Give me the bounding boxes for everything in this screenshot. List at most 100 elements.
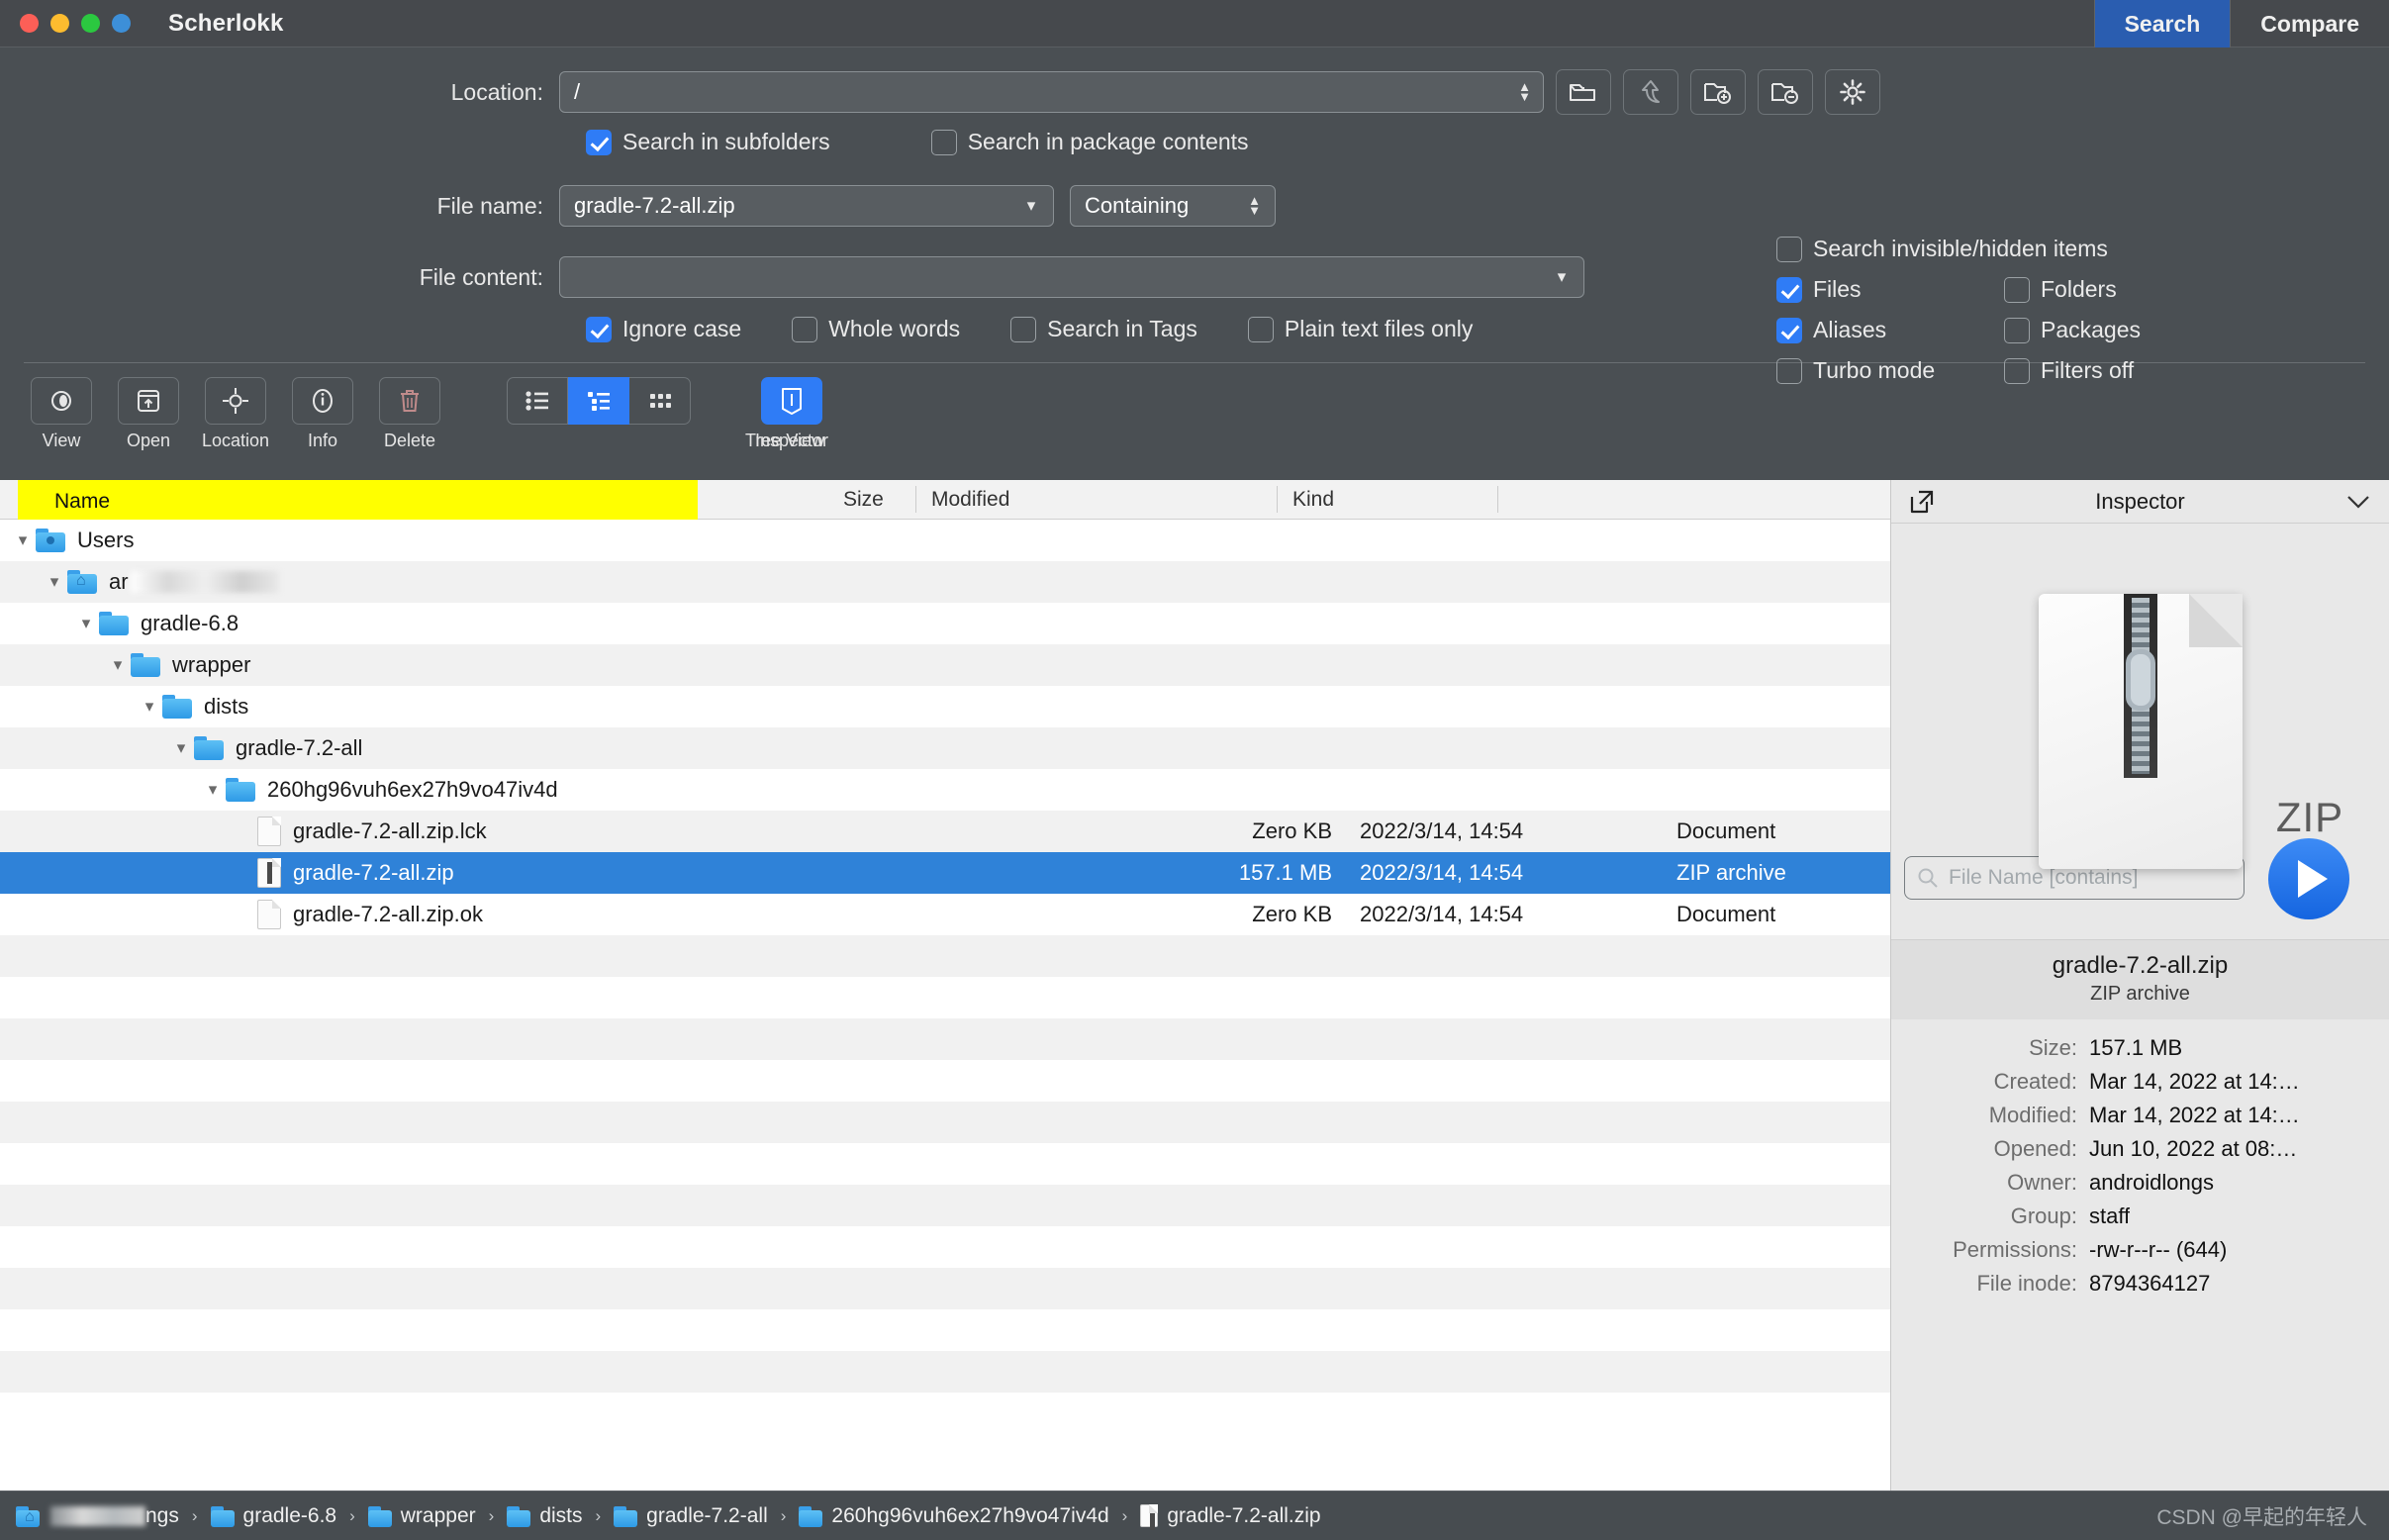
open-button[interactable]: Open <box>111 377 186 451</box>
table-row[interactable]: ▾ dists <box>0 686 1890 727</box>
table-row[interactable]: ▾ Users <box>0 520 1890 561</box>
disclosure-triangle-icon[interactable]: ▾ <box>137 697 162 717</box>
disclosure-triangle-icon[interactable]: ▾ <box>200 780 226 800</box>
disclosure-triangle-icon[interactable]: ▾ <box>168 738 194 758</box>
info-button[interactable]: Info <box>285 377 360 451</box>
extra-window-button[interactable] <box>112 14 131 33</box>
checkbox-packages[interactable]: Packages <box>1993 317 2141 343</box>
remove-folder-icon[interactable] <box>1758 69 1813 115</box>
location-button[interactable]: Location <box>198 377 273 451</box>
checkbox-box[interactable] <box>1776 317 1802 343</box>
checkbox-box[interactable] <box>2004 317 2030 343</box>
breadcrumb-item-wrapper[interactable]: wrapper <box>367 1504 476 1528</box>
checkbox-whole-words[interactable]: Whole words <box>781 316 960 342</box>
open-window-icon[interactable] <box>118 377 179 425</box>
view-button[interactable]: View <box>24 377 99 451</box>
crosshair-icon[interactable] <box>205 377 266 425</box>
tree-view-icon[interactable] <box>568 377 629 425</box>
checkbox-box[interactable] <box>930 129 957 155</box>
checkbox-box[interactable] <box>1776 236 1802 262</box>
header-divider[interactable] <box>1497 486 1498 513</box>
checkbox-box[interactable] <box>792 316 818 342</box>
location-stepper[interactable]: ▲ ▼ <box>1518 80 1535 103</box>
match-mode-stepper[interactable]: ▲ ▼ <box>1248 194 1265 217</box>
view-mode-tree[interactable] <box>568 377 629 425</box>
checkbox-files[interactable]: Files <box>1766 276 1993 303</box>
checkbox-search-invisible-hidden-items[interactable]: Search invisible/hidden items <box>1766 236 2108 262</box>
breadcrumb-item-gradle-6-8[interactable]: gradle-6.8 <box>210 1504 336 1528</box>
delete-button[interactable]: Delete <box>372 377 447 451</box>
tab-search[interactable]: Search <box>2093 0 2231 48</box>
match-mode-select[interactable]: Containing ▲ ▼ <box>1070 185 1276 227</box>
checkbox-box[interactable] <box>1776 276 1802 303</box>
tab-compare[interactable]: Compare <box>2230 0 2389 48</box>
zoom-button[interactable] <box>81 14 100 33</box>
folder-icon <box>367 1505 392 1527</box>
disclosure-triangle-icon[interactable]: ▾ <box>105 655 131 675</box>
table-row[interactable]: ▾ gradle-6.8 <box>0 603 1890 644</box>
open-folder-icon[interactable] <box>1556 69 1611 115</box>
trash-icon[interactable] <box>379 377 440 425</box>
breadcrumb-item-file[interactable]: gradle-7.2-all.zip <box>1140 1504 1321 1530</box>
icon-view-icon[interactable] <box>629 377 691 425</box>
header-divider[interactable] <box>915 486 916 513</box>
checkbox-label: Plain text files only <box>1284 316 1474 341</box>
settings-gear-icon[interactable] <box>1825 69 1880 115</box>
disclosure-triangle-icon[interactable]: ▾ <box>10 530 36 550</box>
delete-label: Delete <box>383 431 436 450</box>
column-header-size[interactable]: Size <box>843 480 884 520</box>
row-name: ar <box>109 569 129 594</box>
close-button[interactable] <box>20 14 39 33</box>
table-row[interactable]: gradle-7.2-all.zip.lck Zero KB 2022/3/14… <box>0 811 1890 852</box>
add-folder-icon[interactable] <box>1690 69 1746 115</box>
breadcrumb-item-dists[interactable]: dists <box>507 1504 583 1528</box>
checkbox-aliases[interactable]: Aliases <box>1766 317 1993 343</box>
table-row[interactable]: ▾ ar <box>0 561 1890 603</box>
column-header-kind[interactable]: Kind <box>1292 480 1334 520</box>
checkbox-box[interactable] <box>586 129 612 155</box>
minimize-button[interactable] <box>50 14 69 33</box>
breadcrumb-item-user[interactable]: ngs <box>16 1504 179 1528</box>
table-row[interactable]: ▾ 260hg96vuh6ex27h9vo47iv4d <box>0 769 1890 811</box>
chevron-down-icon[interactable]: ▾ <box>1548 257 1576 297</box>
list-view-icon[interactable] <box>507 377 568 425</box>
checkbox-box[interactable] <box>586 316 612 342</box>
checkbox-box[interactable] <box>1247 316 1274 342</box>
info-circle-icon[interactable] <box>292 377 353 425</box>
location-label: Location <box>201 431 270 450</box>
column-header-modified[interactable]: Modified <box>931 480 1009 520</box>
checkbox-box[interactable] <box>2004 276 2030 303</box>
header-divider[interactable] <box>1277 486 1278 513</box>
go-up-icon[interactable] <box>1623 69 1678 115</box>
checkbox-ignore-case[interactable]: Ignore case <box>575 316 741 342</box>
table-row[interactable]: gradle-7.2-all.zip.ok Zero KB 2022/3/14,… <box>0 894 1890 935</box>
checkbox-search-in-package-contents[interactable]: Search in package contents <box>920 129 1249 155</box>
table-row[interactable]: ▾ gradle-7.2-all <box>0 727 1890 769</box>
location-input[interactable]: / ▲ ▼ <box>559 71 1544 113</box>
run-search-button[interactable] <box>2268 838 2349 919</box>
checkbox-search-in-tags[interactable]: Search in Tags <box>1000 316 1197 342</box>
file-content-input[interactable]: ▾ <box>559 256 1584 298</box>
external-link-icon[interactable] <box>1909 489 1935 515</box>
eye-icon[interactable] <box>31 377 92 425</box>
checkbox-plain-text-files-only[interactable]: Plain text files only <box>1237 316 1473 342</box>
checkbox-search-in-subfolders[interactable]: Search in subfolders <box>575 129 830 155</box>
file-name-input[interactable]: gradle-7.2-all.zip ▾ <box>559 185 1054 227</box>
zip-preview-icon: ZIP <box>2038 594 2342 869</box>
disclosure-triangle-icon[interactable]: ▾ <box>73 614 99 633</box>
checkbox-box[interactable] <box>1010 316 1037 342</box>
zipper-pull <box>2125 649 2155 711</box>
breadcrumb-item-hash[interactable]: 260hg96vuh6ex27h9vo47iv4d <box>799 1504 1109 1528</box>
view-mode-icons[interactable] <box>629 377 691 425</box>
chevron-down-icon[interactable] <box>2345 494 2371 510</box>
view-mode-list[interactable] <box>507 377 568 425</box>
breadcrumb-item-gradle-7-2-all[interactable]: gradle-7.2-all <box>614 1504 768 1528</box>
checkbox-folders[interactable]: Folders <box>1993 276 2117 303</box>
chevron-down-icon[interactable]: ▾ <box>1017 186 1045 226</box>
table-row[interactable]: ▾ wrapper <box>0 644 1890 686</box>
disclosure-triangle-icon[interactable]: ▾ <box>42 572 67 592</box>
table-row[interactable]: gradle-7.2-all.zip 157.1 MB 2022/3/14, 1… <box>0 852 1890 894</box>
column-header-name[interactable]: Name <box>54 490 110 514</box>
empty-row <box>0 1309 1890 1351</box>
name-column-highlight <box>18 480 698 520</box>
